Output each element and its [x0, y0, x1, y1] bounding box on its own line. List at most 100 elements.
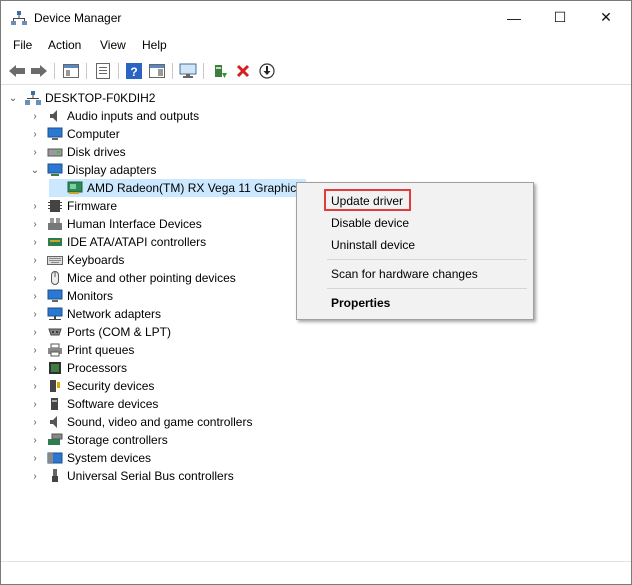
- tree-category-label: Ports (COM & LPT): [67, 325, 172, 339]
- tree-category[interactable]: › Firmware: [29, 197, 117, 215]
- monitor-device-icon: [47, 289, 63, 303]
- menu-view[interactable]: View: [100, 38, 126, 52]
- tree-category[interactable]: › Processors: [29, 359, 127, 377]
- tree-category[interactable]: › System devices: [29, 449, 151, 467]
- menu-separator: [327, 288, 527, 289]
- expand-chevron-icon[interactable]: ›: [29, 287, 41, 305]
- expand-chevron-icon[interactable]: ›: [29, 197, 41, 215]
- properties-sheet-icon[interactable]: [93, 61, 113, 81]
- tree-category-label: Print queues: [67, 343, 135, 357]
- expand-chevron-icon[interactable]: ›: [29, 395, 41, 413]
- processor-icon: [47, 361, 63, 375]
- properties-menu-item[interactable]: Properties: [331, 296, 390, 310]
- expand-chevron-icon[interactable]: ›: [29, 233, 41, 251]
- expand-chevron-icon[interactable]: ›: [29, 269, 41, 287]
- action-pane-icon[interactable]: [147, 61, 167, 81]
- toolbar-separator: [203, 63, 204, 79]
- collapse-chevron-icon[interactable]: ⌄: [7, 89, 19, 107]
- show-hide-console-tree-icon[interactable]: [61, 61, 81, 81]
- tree-category[interactable]: › Print queues: [29, 341, 134, 359]
- device-manager-window: Device Manager — ☐ ✕ File Action View He…: [0, 0, 632, 585]
- expand-chevron-icon[interactable]: ›: [29, 467, 41, 485]
- tree-category[interactable]: › Ports (COM & LPT): [29, 323, 171, 341]
- tree-category[interactable]: › Mice and other pointing devices: [29, 269, 236, 287]
- expand-chevron-icon[interactable]: ›: [29, 449, 41, 467]
- tree-category[interactable]: › Computer: [29, 125, 120, 143]
- collapse-chevron-icon[interactable]: ⌄: [29, 161, 41, 179]
- close-button[interactable]: ✕: [583, 1, 629, 34]
- tree-category-label: Security devices: [67, 379, 155, 393]
- firmware-icon: [47, 199, 63, 213]
- menu-action[interactable]: Action: [48, 38, 81, 52]
- expand-chevron-icon[interactable]: ›: [29, 431, 41, 449]
- expand-chevron-icon[interactable]: ›: [29, 377, 41, 395]
- port-icon: [47, 325, 63, 339]
- tree-root[interactable]: ⌄ DESKTOP-F0KDIH2: [7, 89, 155, 107]
- scan-hardware-menu-item[interactable]: Scan for hardware changes: [331, 267, 478, 281]
- menu-bar: File Action View Help: [1, 34, 631, 56]
- tree-category-label: Network adapters: [67, 307, 162, 321]
- disable-device-menu-item[interactable]: Disable device: [331, 216, 409, 230]
- maximize-button[interactable]: ☐: [537, 1, 583, 34]
- device-manager-icon: [11, 11, 27, 25]
- tree-category[interactable]: › Sound, video and game controllers: [29, 413, 252, 431]
- minimize-button[interactable]: —: [491, 1, 537, 34]
- expand-chevron-icon[interactable]: ›: [29, 305, 41, 323]
- tree-category-label: Audio inputs and outputs: [67, 109, 200, 123]
- toolbar-separator: [118, 63, 119, 79]
- help-icon[interactable]: ?: [124, 61, 144, 81]
- tree-category[interactable]: › Keyboards: [29, 251, 124, 269]
- expand-chevron-icon[interactable]: ›: [29, 251, 41, 269]
- security-device-icon: [47, 379, 63, 393]
- tree-category[interactable]: › Disk drives: [29, 143, 125, 161]
- expand-chevron-icon[interactable]: ›: [29, 125, 41, 143]
- tree-category[interactable]: › Audio inputs and outputs: [29, 107, 199, 125]
- software-device-icon: [47, 397, 63, 411]
- tree-category[interactable]: › IDE ATA/ATAPI controllers: [29, 233, 206, 251]
- expand-chevron-icon[interactable]: ›: [29, 107, 41, 125]
- monitor-icon[interactable]: [178, 61, 198, 81]
- tree-category[interactable]: › Security devices: [29, 377, 154, 395]
- uninstall-icon[interactable]: [233, 61, 253, 81]
- forward-icon[interactable]: [29, 61, 49, 81]
- printer-icon: [47, 343, 63, 357]
- tree-category[interactable]: › Software devices: [29, 395, 158, 413]
- expand-chevron-icon[interactable]: ›: [29, 341, 41, 359]
- tree-category-label: Monitors: [67, 289, 114, 303]
- back-icon[interactable]: [7, 61, 27, 81]
- uninstall-device-menu-item[interactable]: Uninstall device: [331, 238, 415, 252]
- status-bar: [1, 561, 631, 585]
- update-driver-menu-item[interactable]: Update driver: [331, 194, 403, 208]
- toolbar-separator: [172, 63, 173, 79]
- tree-category-label: Software devices: [67, 397, 159, 411]
- tree-category-label: Display adapters: [67, 163, 157, 177]
- disk-drive-icon: [47, 145, 63, 159]
- tree-category-label: Computer: [67, 127, 120, 141]
- expand-chevron-icon[interactable]: ›: [29, 323, 41, 341]
- expand-chevron-icon[interactable]: ›: [29, 359, 41, 377]
- expand-chevron-icon[interactable]: ›: [29, 215, 41, 233]
- tree-category-label: Mice and other pointing devices: [67, 271, 236, 285]
- tree-category[interactable]: › Universal Serial Bus controllers: [29, 467, 234, 485]
- tree-category[interactable]: › Storage controllers: [29, 431, 167, 449]
- update-driver-icon[interactable]: [210, 61, 230, 81]
- tree-category[interactable]: › Monitors: [29, 287, 113, 305]
- menu-file[interactable]: File: [13, 38, 32, 52]
- tree-category-label: Processors: [67, 361, 128, 375]
- enable-device-icon[interactable]: [257, 61, 277, 81]
- tree-root-label: DESKTOP-F0KDIH2: [45, 91, 156, 105]
- tree-category[interactable]: › Human Interface Devices: [29, 215, 201, 233]
- tree-category[interactable]: › Network adapters: [29, 305, 161, 323]
- storage-controller-icon: [47, 433, 63, 447]
- toolbar: ?: [1, 58, 631, 85]
- tree-device-selected[interactable]: AMD Radeon(TM) RX Vega 11 Graphics: [49, 179, 307, 197]
- context-menu: Update driver Disable device Uninstall d…: [296, 182, 534, 320]
- expand-chevron-icon[interactable]: ›: [29, 413, 41, 431]
- svg-text:?: ?: [130, 65, 137, 79]
- sound-icon: [47, 415, 63, 429]
- expand-chevron-icon[interactable]: ›: [29, 143, 41, 161]
- menu-help[interactable]: Help: [142, 38, 167, 52]
- tree-category-expanded[interactable]: ⌄ Display adapters: [29, 161, 157, 179]
- mouse-icon: [47, 271, 63, 285]
- ide-controller-icon: [47, 235, 63, 249]
